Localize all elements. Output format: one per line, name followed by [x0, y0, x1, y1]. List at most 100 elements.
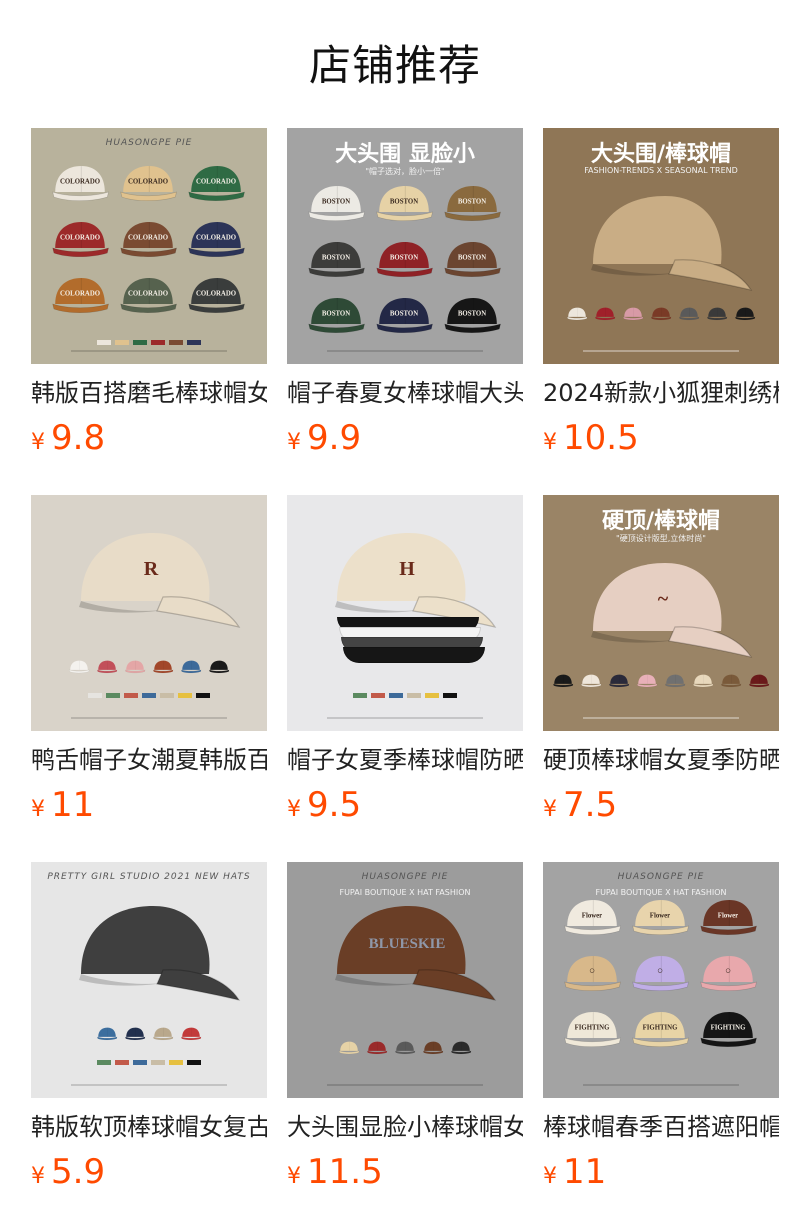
product-name[interactable]: 2024新款小狐狸刺绣棒球帽 [543, 378, 779, 408]
product-image[interactable]: R [31, 495, 267, 731]
cap-image: BOSTON [444, 298, 501, 334]
colour-swatch [169, 1060, 183, 1065]
thumb-footer-strip [71, 1084, 227, 1086]
colour-swatch [115, 1060, 129, 1065]
product-name[interactable]: 棒球帽春季百搭遮阳帽女 [543, 1112, 779, 1142]
cap-image: BOSTON [376, 242, 433, 278]
cap-image: COLORADO [52, 166, 109, 202]
product-card[interactable]: 大头围/棒球帽 FASHION-TRENDS X SEASONAL TREND 20… [543, 128, 779, 495]
product-name[interactable]: 大头围显脸小棒球帽女百搭 [287, 1112, 523, 1142]
mini-cap [152, 659, 174, 675]
mini-cap [594, 306, 616, 322]
cap-thumb: COLORADO [185, 272, 249, 326]
cap-logo-text: BOSTON [458, 198, 486, 205]
product-card[interactable]: R 鸭舌帽子女潮夏韩版百搭 ¥11 [31, 495, 267, 862]
cap-thumb: COLORADO [117, 160, 181, 214]
colour-swatch [371, 693, 385, 698]
thumb-footer-strip [583, 717, 739, 719]
product-image[interactable]: 硬顶/棒球帽 "硬顶设计版型,立体时尚" ~ [543, 495, 779, 731]
product-name[interactable]: 硬顶棒球帽女夏季防晒遮阳 [543, 745, 779, 775]
cap-image [153, 1027, 174, 1041]
currency-symbol: ¥ [287, 1164, 301, 1189]
mini-cap [338, 1040, 360, 1056]
thumb-footer-strip [583, 350, 739, 352]
product-image[interactable]: 大头围/棒球帽 FASHION-TRENDS X SEASONAL TREND [543, 128, 779, 364]
cap-image: Flower [564, 900, 621, 936]
hero-cap-image: BLUESKIE [335, 906, 497, 1001]
thumb-footer-strip [327, 350, 483, 352]
cap-thumb: BOSTON [373, 180, 437, 234]
cap-image [153, 660, 174, 674]
product-card[interactable]: HUASONGPE PIE FUPAI BOUTIQUE X HAT FASHIO… [287, 862, 523, 1229]
colour-swatch [443, 693, 457, 698]
cap-thumb: BOSTON [373, 236, 437, 290]
mini-cap [706, 306, 728, 322]
product-image[interactable]: 大头围 显脸小 "帽子选对，脸小一倍" BOSTON BOSTON BOSTON BOST… [287, 128, 523, 364]
thumb-footer-strip [71, 350, 227, 352]
mini-cap [422, 1040, 444, 1056]
price-value: 9.8 [51, 418, 106, 458]
cap-logo-text: COLORADO [60, 290, 100, 297]
mini-cap [180, 1026, 202, 1042]
cap-image: COLORADO [188, 278, 245, 314]
cap-logo-text: COLORADO [128, 290, 168, 297]
product-image[interactable]: HUASONGPE PIE FUPAI BOUTIQUE X HAT FASHIO… [287, 862, 523, 1098]
color-options-row [543, 673, 779, 689]
product-card[interactable]: H 帽子女夏季棒球帽防晒百搭 ¥9.5 [287, 495, 523, 862]
price-value: 11 [51, 785, 95, 825]
product-name[interactable]: 帽子女夏季棒球帽防晒百搭 [287, 745, 523, 775]
product-image[interactable]: H [287, 495, 523, 731]
mini-cap [394, 1040, 416, 1056]
product-card[interactable]: HUASONGPE PIE FUPAI BOUTIQUE X HAT FASHIO… [543, 862, 779, 1229]
colour-swatch [389, 693, 403, 698]
colour-swatch [187, 1060, 201, 1065]
colour-swatch [151, 1060, 165, 1065]
cap-thumb: ○ [697, 950, 761, 1004]
product-name[interactable]: 帽子春夏女棒球帽大头围 [287, 378, 523, 408]
product-card[interactable]: PRETTY GIRL STUDIO 2021 NEW HATS 韩版软顶棒球帽女… [31, 862, 267, 1229]
hero-cap: ~ [565, 553, 755, 677]
mini-cap [650, 306, 672, 322]
colour-swatch [88, 693, 102, 698]
price-value: 9.5 [307, 785, 362, 825]
mini-cap [720, 673, 742, 689]
price-value: 7.5 [563, 785, 618, 825]
mini-cap [152, 1026, 174, 1042]
currency-symbol: ¥ [543, 1164, 557, 1189]
product-name[interactable]: 鸭舌帽子女潮夏韩版百搭 [31, 745, 267, 775]
thumb-subline: "硬顶设计版型,立体时尚" [616, 534, 706, 543]
colour-swatch [353, 693, 367, 698]
product-card[interactable]: HUASONGPE PIE COLORADO COLORADO COLORADO COL… [31, 128, 267, 495]
product-price: ¥9.8 [31, 418, 267, 458]
colour-swatches [31, 693, 267, 698]
product-name[interactable]: 韩版百搭磨毛棒球帽女 [31, 378, 267, 408]
hero-cap [565, 186, 755, 310]
hero-cap-image: ~ [591, 563, 753, 658]
product-image[interactable]: HUASONGPE PIE COLORADO COLORADO COLORADO COL… [31, 128, 267, 364]
thumb-brand-text: HUASONGPE PIE [105, 138, 193, 148]
hero-cap-logo: BLUESKIE [369, 936, 446, 952]
product-name[interactable]: 韩版软顶棒球帽女复古水洗 [31, 1112, 267, 1142]
product-card[interactable]: 硬顶/棒球帽"硬顶设计版型,立体时尚" ~ 硬顶棒球帽女夏季防晒遮阳 ¥7.5 [543, 495, 779, 862]
mini-cap [450, 1040, 472, 1056]
cap-image: Flower [700, 900, 757, 936]
cap-thumb: BOSTON [373, 292, 437, 346]
thumb-headline: 大头围 显脸小 [335, 142, 475, 167]
cap-image [181, 1027, 202, 1041]
cap-image: COLORADO [120, 166, 177, 202]
mini-cap [552, 673, 574, 689]
cap-logo-text: BOSTON [390, 310, 418, 317]
cap-logo-text: COLORADO [60, 234, 100, 241]
thumb-headline: 大头围/棒球帽 [590, 142, 732, 167]
cap-image: ○ [632, 956, 689, 992]
product-image[interactable]: PRETTY GIRL STUDIO 2021 NEW HATS [31, 862, 267, 1098]
colour-swatch [178, 693, 192, 698]
cap-image [651, 307, 672, 321]
mini-cap [664, 673, 686, 689]
mini-cap [678, 306, 700, 322]
product-card[interactable]: 大头围 显脸小 "帽子选对，脸小一倍" BOSTON BOSTON BOSTON BOST… [287, 128, 523, 495]
product-image[interactable]: HUASONGPE PIE FUPAI BOUTIQUE X HAT FASHIO… [543, 862, 779, 1098]
cap-logo-text: ○ [725, 965, 731, 976]
colour-swatch [169, 340, 183, 345]
color-options-row [31, 1026, 267, 1042]
